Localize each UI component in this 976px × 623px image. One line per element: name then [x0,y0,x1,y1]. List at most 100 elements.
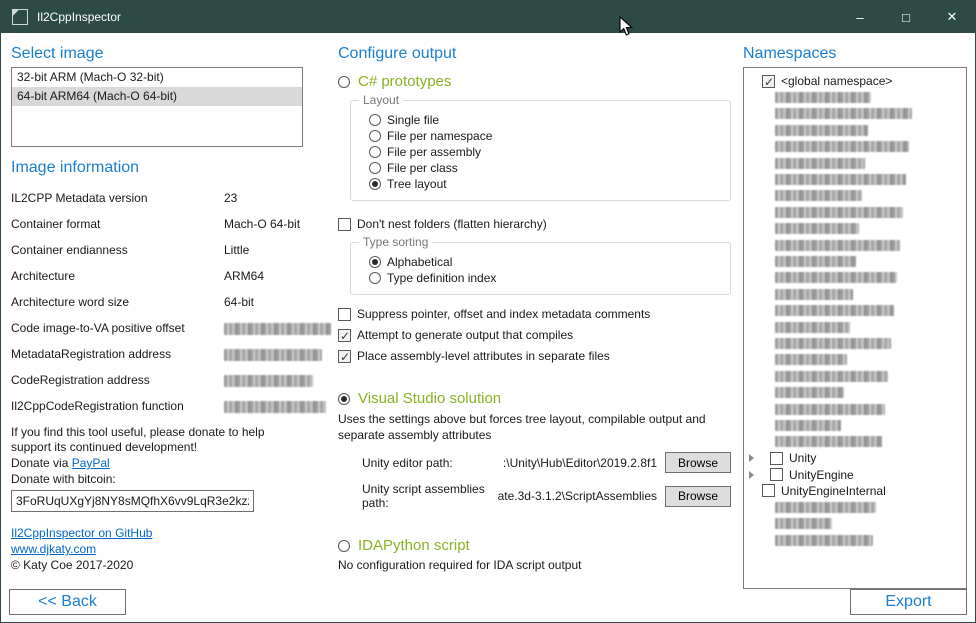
checkbox-option[interactable]: Place assembly-level attributes in separ… [338,348,731,364]
namespace-item[interactable] [744,401,966,417]
redacted-namespace [775,190,862,201]
redacted-namespace [775,305,894,316]
visual-studio-description: Uses the settings above but forces tree … [338,411,726,443]
idapython-radio[interactable]: IDAPython script [338,537,731,554]
radio-option[interactable]: File per namespace [361,129,720,143]
namespace-item[interactable] [744,155,966,171]
maximize-button[interactable]: □ [883,1,929,33]
checkbox-option[interactable]: Suppress pointer, offset and index metad… [338,306,731,322]
paypal-link[interactable]: PayPal [72,456,110,470]
namespace-item[interactable] [744,302,966,318]
namespace-item[interactable]: UnityEngineInternal [744,483,966,499]
image-list-item[interactable]: 64-bit ARM64 (Mach-O 64-bit) [12,87,302,106]
namespace-item[interactable] [744,319,966,335]
image-info-row: Container endianness Little [11,237,303,263]
redacted-value [224,401,326,413]
image-list-item[interactable]: 32-bit ARM (Mach-O 32-bit) [12,68,302,87]
checkbox-option-label: Suppress pointer, offset and index metad… [357,307,650,321]
namespace-item[interactable] [744,368,966,384]
copyright-text: © Katy Coe 2017-2020 [11,558,303,573]
close-button[interactable]: ✕ [929,1,975,33]
namespace-item[interactable] [744,532,966,548]
namespace-item[interactable] [744,335,966,351]
namespace-item[interactable] [744,188,966,204]
namespace-item[interactable] [744,253,966,269]
layout-groupbox-title: Layout [359,93,403,107]
namespace-item[interactable] [744,139,966,155]
radio-icon [369,162,381,174]
expander-icon[interactable] [749,454,762,462]
checkbox-icon [762,75,775,88]
github-link[interactable]: Il2CppInspector on GitHub [11,526,152,540]
app-icon [12,9,28,25]
redacted-namespace [775,256,856,267]
namespace-item[interactable] [744,204,966,220]
namespace-item[interactable] [744,352,966,368]
radio-option[interactable]: Tree layout [361,177,720,191]
redacted-namespace [775,125,868,136]
layout-groupbox: Layout Single file File per namespace Fi… [350,100,731,201]
namespace-item[interactable] [744,516,966,532]
info-value: 23 [224,191,303,205]
namespace-item[interactable] [744,384,966,400]
bitcoin-address-input[interactable] [11,490,254,512]
export-button[interactable]: Export [850,589,967,615]
namespace-item[interactable] [744,286,966,302]
namespace-item[interactable]: UnityEngine [744,466,966,482]
image-info-row: Architecture ARM64 [11,263,303,289]
namespace-item[interactable]: <global namespace> [744,73,966,89]
namespace-item[interactable] [744,106,966,122]
back-button[interactable]: << Back [9,589,126,615]
footer-links: Il2CppInspector on GitHub www.djkaty.com… [11,526,303,573]
redacted-namespace [775,322,850,333]
namespace-item[interactable] [744,417,966,433]
configure-output-panel: Configure output C# prototypes Layout Si… [338,33,731,623]
radio-option[interactable]: Single file [361,113,720,127]
browse-button[interactable]: Browse [665,486,731,507]
redacted-namespace [775,354,847,365]
minimize-button[interactable]: – [837,1,883,33]
idapython-description: No configuration required for IDA script… [338,558,731,572]
namespace-item[interactable] [744,434,966,450]
csharp-prototypes-radio[interactable]: C# prototypes [338,73,731,90]
namespace-item[interactable] [744,237,966,253]
namespace-item[interactable] [744,221,966,237]
visual-studio-radio[interactable]: Visual Studio solution [338,390,731,407]
namespace-item[interactable]: Unity [744,450,966,466]
image-info-row: CodeRegistration address [11,367,303,393]
left-panel: Select image 32-bit ARM (Mach-O 32-bit) … [11,33,303,623]
checkbox-icon [762,484,775,497]
namespaces-panel: Namespaces <global namespace> [743,33,967,623]
flatten-checkbox[interactable]: Don't nest folders (flatten hierarchy) [338,216,731,232]
radio-icon [369,146,381,158]
redacted-namespace [775,436,882,447]
image-info-row: Il2CppCodeRegistration function [11,393,303,419]
select-image-heading: Select image [11,45,303,63]
checkbox-option[interactable]: Attempt to generate output that compiles [338,327,731,343]
radio-icon [338,76,350,88]
expander-icon[interactable] [749,471,762,479]
website-link[interactable]: www.djkaty.com [11,542,96,556]
namespace-item[interactable] [744,171,966,187]
radio-option[interactable]: Type definition index [361,271,720,285]
radio-option[interactable]: File per assembly [361,145,720,159]
namespaces-list[interactable]: <global namespace> [743,67,967,589]
redacted-value [224,323,331,335]
checkbox-icon [770,452,783,465]
checkbox-option-label: Attempt to generate output that compiles [357,328,573,342]
namespace-item[interactable] [744,270,966,286]
radio-icon [338,540,350,552]
checkbox-option-label: Place assembly-level attributes in separ… [357,349,610,363]
info-value: Little [224,243,303,257]
browse-button[interactable]: Browse [665,452,731,473]
info-label: Architecture word size [11,295,224,309]
namespace-item[interactable] [744,499,966,515]
radio-option-label: Tree layout [387,177,447,191]
redacted-namespace [775,141,909,152]
namespace-item[interactable] [744,89,966,105]
image-listbox[interactable]: 32-bit ARM (Mach-O 32-bit) 64-bit ARM64 … [11,67,303,147]
radio-option[interactable]: Alphabetical [361,255,720,269]
namespace-item[interactable] [744,122,966,138]
checkbox-icon [338,308,351,321]
radio-option[interactable]: File per class [361,161,720,175]
